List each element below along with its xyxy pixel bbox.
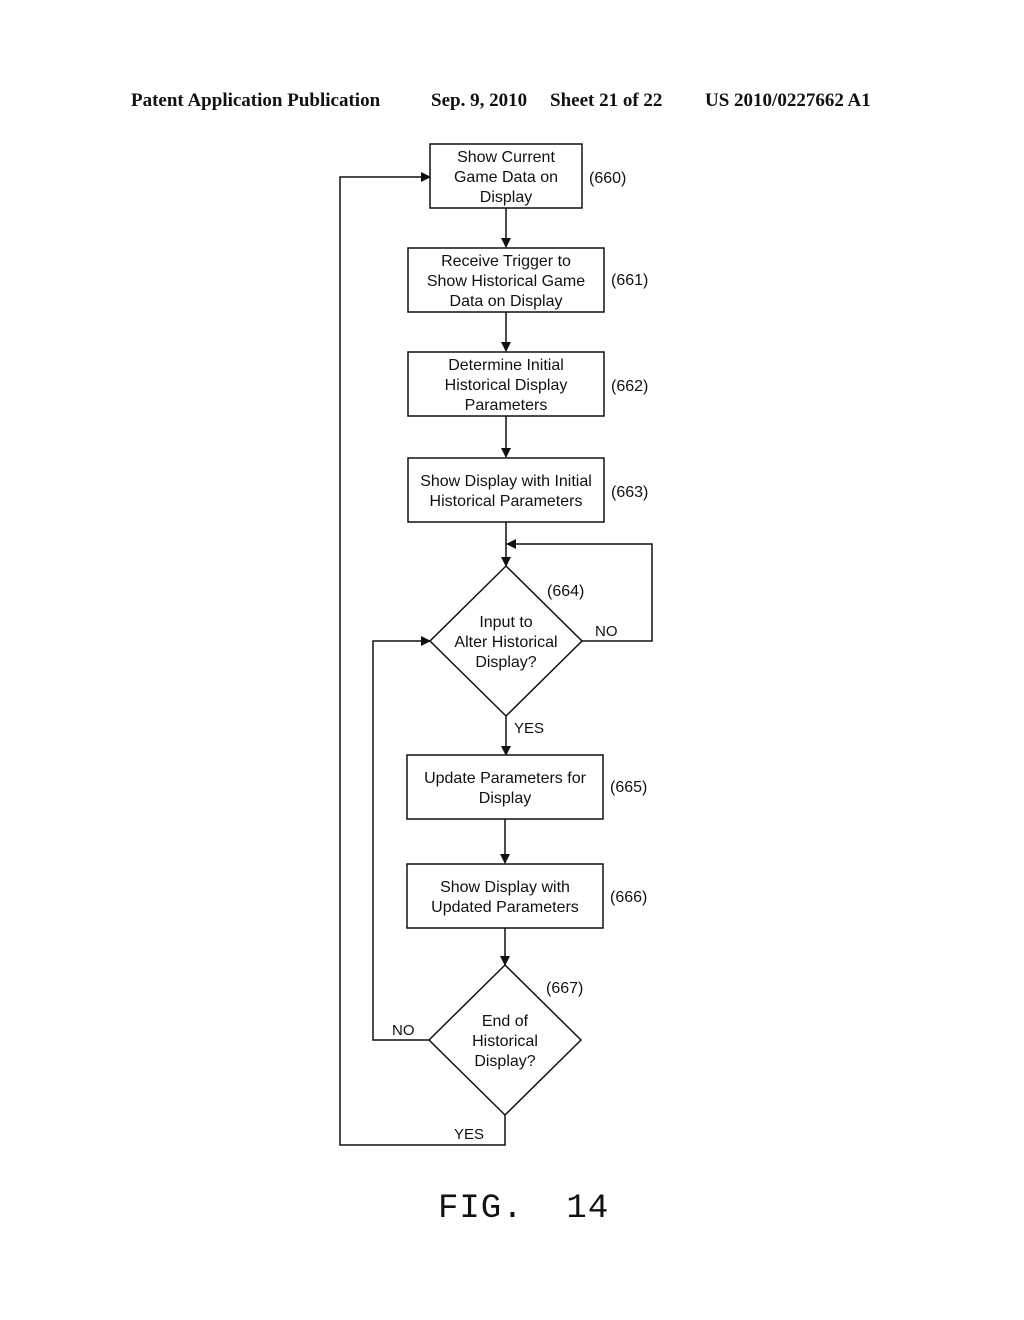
- reference-number: (667): [546, 980, 583, 997]
- process-node-663: Show Display with Initial Historical Para…: [407, 457, 648, 523]
- process-box: [406, 754, 604, 820]
- reference-number: (661): [611, 272, 648, 289]
- node-text-line: Display?: [475, 654, 536, 671]
- node-text-line: Show Display with Initial: [420, 473, 592, 490]
- node-text-line: Display?: [474, 1053, 535, 1070]
- node-text-line: Input to: [479, 614, 532, 631]
- reference-number: (664): [547, 583, 584, 600]
- process-node-662: Determine Initial Historical Display Param…: [407, 351, 648, 417]
- reference-number: (663): [611, 484, 648, 501]
- process-node-665: Update Parameters for Display (665): [406, 754, 647, 820]
- node-text-line: Display: [480, 189, 532, 206]
- node-text-line: Show Current: [457, 149, 555, 166]
- process-node-666: Show Display with Updated Parameters (666): [406, 863, 647, 929]
- edge-label-yes: YES: [454, 1126, 484, 1143]
- node-text-line: Historical Parameters: [430, 493, 583, 510]
- node-text-line: Show Historical Game: [427, 273, 585, 290]
- process-box: [406, 863, 604, 929]
- node-text-line: Determine Initial: [448, 357, 564, 374]
- reference-number: (665): [610, 779, 647, 796]
- reference-number: (662): [611, 378, 648, 395]
- node-text-line: Parameters: [465, 397, 548, 414]
- reference-number: (660): [589, 170, 626, 187]
- node-text-line: Display: [479, 790, 531, 807]
- node-text-line: Game Data on: [454, 169, 558, 186]
- node-text-line: Receive Trigger to: [441, 253, 571, 270]
- node-text-line: Historical Display: [445, 377, 568, 394]
- node-text-line: Historical: [472, 1033, 538, 1050]
- node-text-line: Alter Historical: [454, 634, 557, 651]
- node-text-line: End of: [482, 1013, 529, 1030]
- edge-label-no: NO: [595, 623, 618, 640]
- process-node-661: Receive Trigger to Show Historical Game Da…: [407, 247, 648, 313]
- edge-667-664: [372, 636, 431, 1041]
- node-text-line: Data on Display: [450, 293, 563, 310]
- reference-number: (666): [610, 889, 647, 906]
- node-text-line: Updated Parameters: [431, 899, 579, 916]
- node-text-line: Show Display with: [440, 879, 570, 896]
- decision-node-667: End of Historical Display? (667): [427, 963, 583, 1117]
- flowchart: Show Current Game Data on Display (660) Rece…: [339, 143, 653, 1146]
- process-node-660: Show Current Game Data on Display (660): [429, 143, 626, 209]
- edge-label-no: NO: [392, 1022, 415, 1039]
- edge-label-yes: YES: [514, 720, 544, 737]
- decision-node-664: Input to Alter Historical Display? (664): [428, 564, 584, 718]
- figure-label: FIG. 14: [438, 1190, 610, 1228]
- node-text-line: Update Parameters for: [424, 770, 587, 787]
- process-box: [407, 457, 605, 523]
